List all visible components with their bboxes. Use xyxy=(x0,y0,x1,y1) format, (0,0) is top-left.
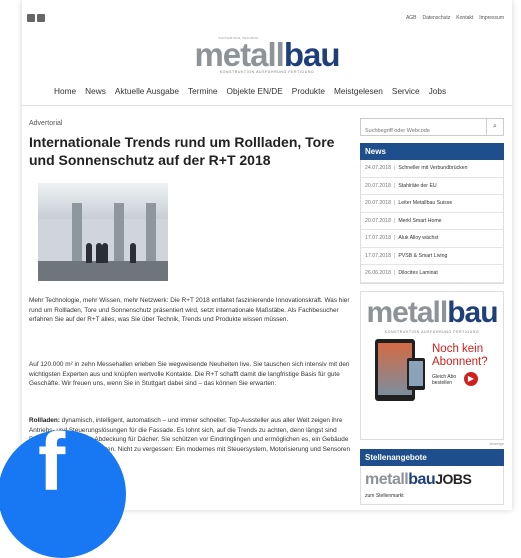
nav-aktuelle-ausgabe[interactable]: Aktuelle Ausgabe xyxy=(115,86,179,96)
article-title: Internationale Trends rund um Rollladen,… xyxy=(29,134,335,168)
topbar: AGB Datenschutz Kontakt Impressum xyxy=(22,0,512,36)
logo-metal: metall xyxy=(194,36,284,73)
site-logo[interactable]: SANIERUNG TECHNIK metallbau KONSTRUKTION… xyxy=(194,36,341,74)
article-paragraph-1: Mehr Technologie, mehr Wissen, mehr Netz… xyxy=(29,297,350,323)
nav-produkte[interactable]: Produkte xyxy=(292,86,325,96)
article-image xyxy=(38,183,168,281)
news-list: 24.07.2018 | Schneller mit Verbundbrücken … xyxy=(360,160,504,284)
news-heading: News xyxy=(360,143,504,160)
ad-tagline: KONSTRUKTION AUSFÜHRUNG FERTIGUNG xyxy=(384,329,480,334)
top-link-agb[interactable]: AGB xyxy=(406,15,417,21)
logo-tagline-top: SANIERUNG TECHNIK xyxy=(218,36,259,40)
nav-home[interactable]: Home xyxy=(54,86,76,96)
news-item[interactable]: 17.07.2018 | PVSB & Smart Living xyxy=(361,248,503,265)
ad-label: Anzeige xyxy=(489,440,504,446)
facebook-badge: f xyxy=(0,417,130,558)
nav-objekte[interactable]: Objekte EN/DE xyxy=(227,86,283,96)
nav-service[interactable]: Service xyxy=(392,86,420,96)
article-category: Advertorial xyxy=(29,120,63,127)
top-link-kontakt[interactable]: Kontakt xyxy=(456,15,473,21)
facebook-f-icon: f xyxy=(38,417,66,508)
news-item[interactable]: 20.07.2018 | Leiter Metallbau Suisse xyxy=(361,195,503,213)
logo-bau: bau xyxy=(283,36,341,73)
facebook-icon[interactable] xyxy=(37,14,45,22)
jobs-box: metallbauJOBS zum Stellenmarkt xyxy=(360,465,504,505)
header-logo: SANIERUNG TECHNIK metallbau KONSTRUKTION… xyxy=(22,36,512,78)
news-item[interactable]: 20.07.2018 | Stahlräte der EU xyxy=(361,178,503,195)
main-nav: Home News Aktuelle Ausgabe Termine Objek… xyxy=(54,86,446,96)
top-link-datenschutz[interactable]: Datenschutz xyxy=(423,15,451,21)
subscription-ad[interactable]: metallbau KONSTRUKTION AUSFÜHRUNG FERTIG… xyxy=(360,290,504,440)
search-icon[interactable]: ⌕ xyxy=(486,119,503,135)
top-link-impressum[interactable]: Impressum xyxy=(479,15,504,21)
rss-icon[interactable] xyxy=(27,14,35,22)
nav-news[interactable]: News xyxy=(85,86,106,96)
nav-meistgelesen[interactable]: Meistgelesen xyxy=(334,86,383,96)
nav-termine[interactable]: Termine xyxy=(188,86,218,96)
top-links: AGB Datenschutz Kontakt Impressum xyxy=(406,15,504,21)
nav-divider xyxy=(22,105,512,106)
ad-headline: Noch kein Abonnent? xyxy=(432,342,488,368)
ad-cta-text: Gleich Abo bestellen xyxy=(432,373,457,386)
news-item[interactable]: 20.07.2018 | Merkl Smart Home xyxy=(361,213,503,230)
ad-phone-image xyxy=(407,357,425,390)
jobs-link[interactable]: zum Stellenmarkt xyxy=(365,493,499,499)
article-paragraph-2: Auf 120.000 m² in zehn Messehallen erleb… xyxy=(29,361,350,387)
social-icons xyxy=(27,14,45,22)
jobs-logo[interactable]: metallbauJOBS xyxy=(365,470,499,489)
sidebar: ⌕ News 24.07.2018|Schneller mit Verbundb… xyxy=(360,118,504,505)
search-input[interactable] xyxy=(361,124,484,138)
jobs-heading: Stellenangebote xyxy=(360,448,504,466)
news-item[interactable]: 24.07.2018 | Schneller mit Verbundbrücken xyxy=(361,160,503,178)
ad-logo-metal: metall xyxy=(366,295,448,329)
nav-jobs[interactable]: Jobs xyxy=(429,86,447,96)
news-item[interactable]: 17.07.2018 | Aluk Alloy wächst xyxy=(361,230,503,248)
ad-logo-bau: bau xyxy=(447,295,498,329)
search-box: ⌕ xyxy=(360,118,504,138)
news-item[interactable]: 26.06.2018 | Dilocites Laminat xyxy=(361,265,503,283)
arrow-right-icon[interactable]: ▶ xyxy=(464,371,478,386)
